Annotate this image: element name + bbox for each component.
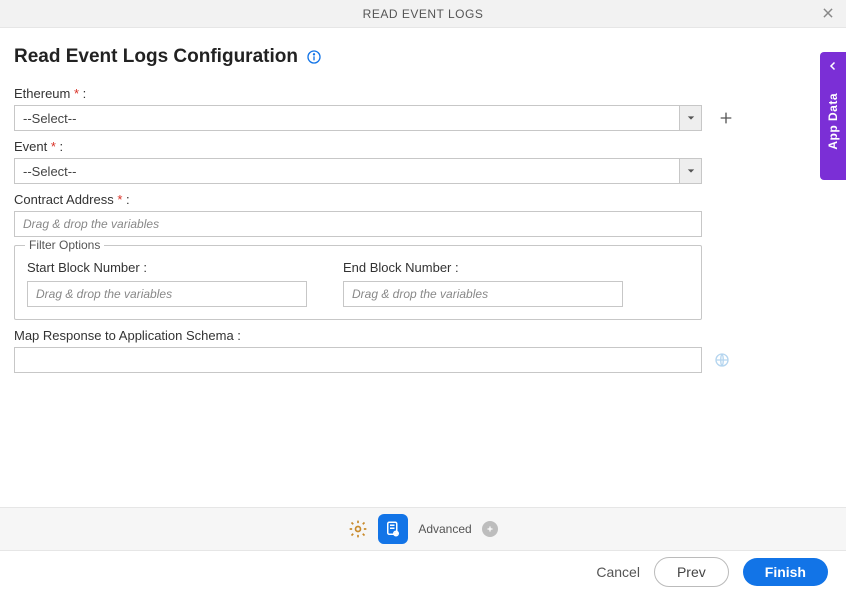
dialog-header: READ EVENT LOGS — [0, 0, 846, 28]
map-response-row: Map Response to Application Schema : — [14, 328, 832, 373]
globe-icon[interactable] — [714, 352, 730, 368]
start-block-input[interactable] — [27, 281, 307, 307]
ethereum-select[interactable]: --Select-- — [14, 105, 702, 131]
app-data-tab-label: App Data — [826, 93, 840, 150]
close-icon — [821, 6, 835, 23]
preview-button[interactable] — [378, 514, 408, 544]
advanced-add-button[interactable] — [482, 521, 498, 537]
dialog-footer: Cancel Prev Finish — [0, 551, 846, 593]
dialog-title: READ EVENT LOGS — [363, 7, 484, 21]
app-data-tab[interactable]: App Data — [820, 52, 846, 180]
prev-button[interactable]: Prev — [654, 557, 729, 587]
chevron-left-icon — [827, 60, 839, 75]
gear-icon[interactable] — [348, 519, 368, 539]
ethereum-row: Ethereum * : --Select-- — [14, 86, 832, 131]
event-label: Event * : — [14, 139, 832, 154]
contract-row: Contract Address * : — [14, 192, 832, 237]
cancel-button[interactable]: Cancel — [596, 564, 640, 580]
contract-label: Contract Address * : — [14, 192, 832, 207]
start-block-col: Start Block Number : — [27, 260, 307, 307]
ethereum-select-value: --Select-- — [15, 111, 679, 126]
event-row: Event * : --Select-- — [14, 139, 832, 184]
close-button[interactable] — [818, 4, 838, 24]
event-select[interactable]: --Select-- — [14, 158, 702, 184]
end-block-label: End Block Number : — [343, 260, 623, 275]
map-response-label: Map Response to Application Schema : — [14, 328, 832, 343]
finish-button[interactable]: Finish — [743, 558, 828, 586]
content-area: Read Event Logs Configuration Ethereum *… — [0, 28, 846, 373]
page-title-row: Read Event Logs Configuration — [14, 46, 832, 68]
event-select-value: --Select-- — [15, 164, 679, 179]
chevron-down-icon — [679, 159, 701, 183]
map-response-input[interactable] — [14, 347, 702, 373]
page-title: Read Event Logs Configuration — [14, 46, 298, 68]
advanced-label: Advanced — [418, 522, 471, 536]
info-icon[interactable] — [306, 49, 322, 65]
filter-legend: Filter Options — [25, 238, 104, 252]
filter-options-fieldset: Filter Options Start Block Number : End … — [14, 245, 702, 320]
chevron-down-icon — [679, 106, 701, 130]
bottom-toolbar: Advanced — [0, 507, 846, 551]
start-block-label: Start Block Number : — [27, 260, 307, 275]
contract-input[interactable] — [14, 211, 702, 237]
add-ethereum-button[interactable] — [714, 106, 738, 130]
ethereum-label: Ethereum * : — [14, 86, 832, 101]
end-block-col: End Block Number : — [343, 260, 623, 307]
end-block-input[interactable] — [343, 281, 623, 307]
